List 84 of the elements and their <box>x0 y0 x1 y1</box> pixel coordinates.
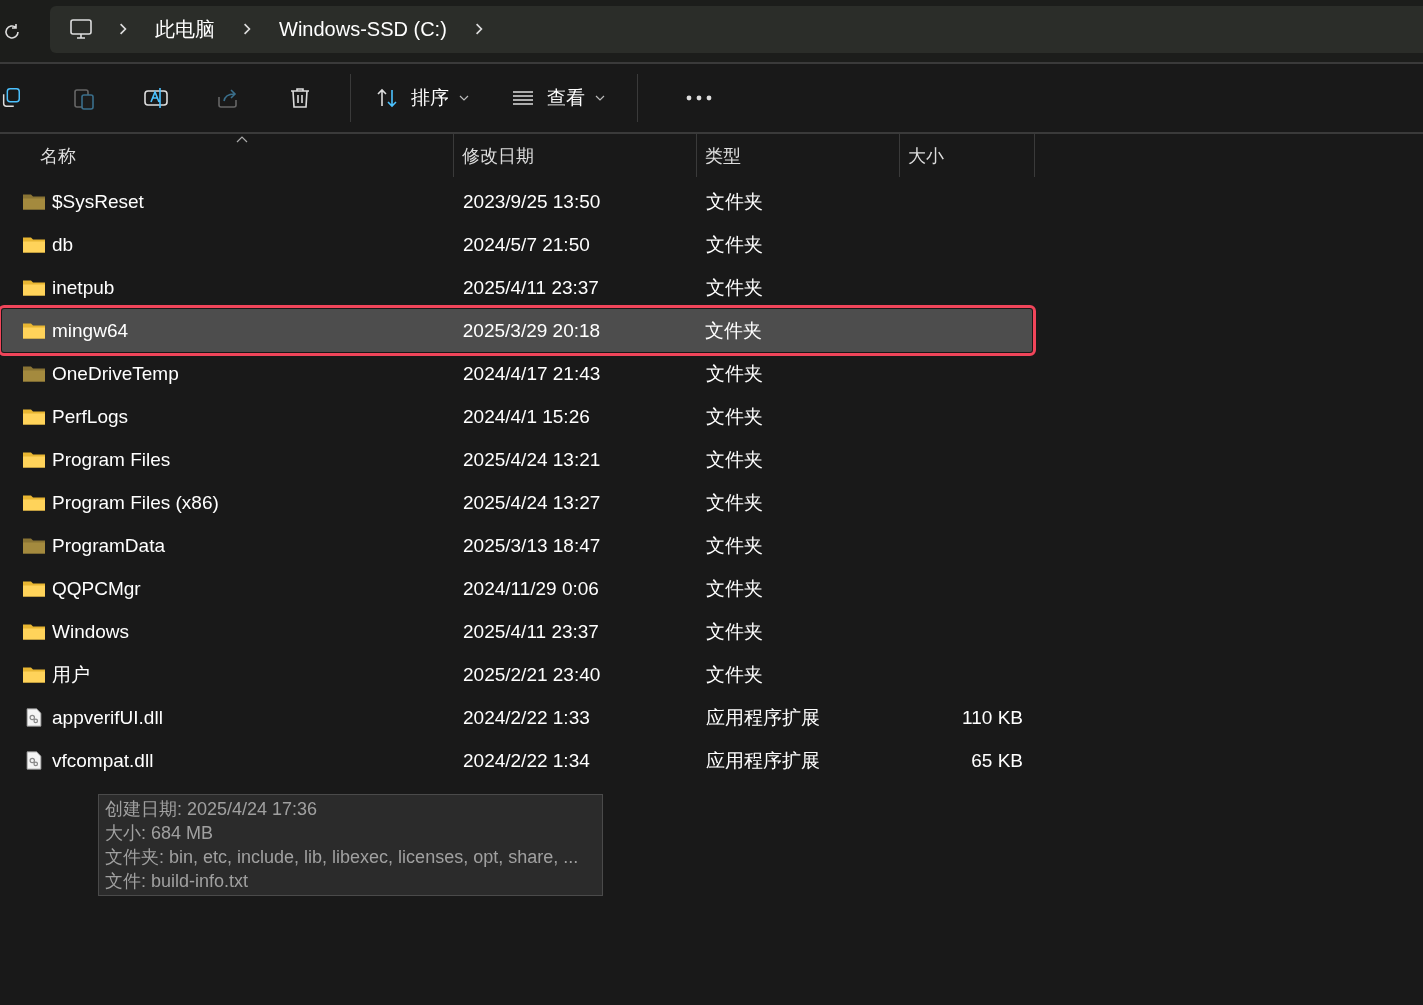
date-text: 2024/5/7 21:50 <box>463 233 590 256</box>
type-text: 文件夹 <box>706 404 763 429</box>
copy-icon[interactable] <box>0 86 22 110</box>
type-text: 文件夹 <box>706 490 763 515</box>
tooltip-line: 文件: build-info.txt <box>105 870 250 893</box>
paste-icon[interactable] <box>72 86 96 110</box>
file-row[interactable]: inetpub 2025/4/11 23:37 文件夹 <box>0 266 1035 309</box>
file-name: ProgramData <box>52 534 165 557</box>
date-text: 2024/11/29 0:06 <box>463 577 599 600</box>
size-text: 110 KB <box>962 706 1023 729</box>
dropdown-caret-icon <box>459 93 469 103</box>
type-text: 文件夹 <box>706 447 763 472</box>
column-header[interactable]: 名称 <box>0 134 454 177</box>
file-name: inetpub <box>52 276 115 299</box>
file-row[interactable]: PerfLogs 2024/4/1 15:26 文件夹 <box>0 395 1035 438</box>
type-text: 文件夹 <box>706 619 763 644</box>
file-name: Windows <box>52 620 130 643</box>
type-text: 文件夹 <box>706 533 763 558</box>
address-bar[interactable]: 此电脑 Windows-SSD (C:) <box>50 5 1423 53</box>
file-row[interactable]: OneDriveTemp 2024/4/17 21:43 文件夹 <box>0 352 1035 395</box>
date-text: 2024/4/1 15:26 <box>463 405 590 428</box>
file-row[interactable]: ProgramData 2025/3/13 18:47 文件夹 <box>0 524 1035 567</box>
file-name: appverifUI.dll <box>52 706 163 729</box>
type-text: 应用程序扩展 <box>706 705 820 730</box>
file-row[interactable]: Windows 2025/4/11 23:37 文件夹 <box>0 610 1035 653</box>
type-text: 文件夹 <box>706 361 763 386</box>
file-name: PerfLogs <box>52 405 129 428</box>
type-text: 应用程序扩展 <box>706 748 820 773</box>
share-icon[interactable] <box>216 86 240 110</box>
more-icon[interactable] <box>686 95 712 101</box>
size-text: 65 KB <box>971 749 1023 772</box>
dropdown-caret-icon <box>595 93 605 103</box>
file-row[interactable]: db 2024/5/7 21:50 文件夹 <box>0 223 1035 266</box>
file-name: $SysReset <box>52 190 144 213</box>
type-text: 文件夹 <box>706 232 763 257</box>
file-name: vfcompat.dll <box>52 749 154 772</box>
file-name: Program Files <box>52 448 171 471</box>
file-row[interactable]: vfcompat.dll 2024/2/22 1:34 应用程序扩展 65 KB <box>0 739 1035 782</box>
column-header[interactable]: 修改日期 <box>454 134 697 177</box>
computer-icon <box>69 17 93 41</box>
date-text: 2025/4/11 23:37 <box>463 620 599 643</box>
date-text: 2025/4/24 13:21 <box>463 448 601 471</box>
file-name: 用户 <box>52 662 90 687</box>
tooltip-line: 创建日期: 2025/4/24 17:36 <box>105 798 319 821</box>
date-text: 2024/2/22 1:34 <box>463 749 590 772</box>
breadcrumb[interactable]: Windows-SSD (C:) <box>279 17 447 41</box>
type-text: 文件夹 <box>706 576 763 601</box>
file-row[interactable]: $SysReset 2023/9/25 13:50 文件夹 <box>0 180 1035 223</box>
type-text: 文件夹 <box>706 662 763 687</box>
refresh-icon[interactable] <box>2 22 22 42</box>
tooltip-line: 大小: 684 MB <box>105 822 215 845</box>
date-text: 2025/4/24 13:27 <box>463 491 601 514</box>
trash-icon[interactable] <box>288 86 312 110</box>
file-row[interactable]: 用户 2025/2/21 23:40 文件夹 <box>0 653 1035 696</box>
date-text: 2025/4/11 23:37 <box>463 276 599 299</box>
view-button[interactable]: 查看 <box>511 79 605 117</box>
type-text: 文件夹 <box>704 318 762 343</box>
type-text: 文件夹 <box>706 189 763 214</box>
file-name: OneDriveTemp <box>52 362 179 385</box>
date-text: 2024/4/17 21:43 <box>463 362 601 385</box>
type-text: 文件夹 <box>706 275 763 300</box>
chevron-icon <box>241 23 253 35</box>
sort-button[interactable]: 排序 <box>375 79 469 117</box>
date-text: 2024/2/22 1:33 <box>463 706 590 729</box>
sort-arrows-icon <box>375 86 399 110</box>
file-name: db <box>52 233 74 256</box>
file-name: mingw64 <box>52 319 129 342</box>
date-text: 2023/9/25 13:50 <box>463 190 601 213</box>
file-row[interactable]: Program Files 2025/4/24 13:21 文件夹 <box>0 438 1035 481</box>
breadcrumb[interactable]: 此电脑 <box>155 15 215 43</box>
file-row[interactable]: appverifUI.dll 2024/2/22 1:33 应用程序扩展 110 KB <box>0 696 1035 739</box>
file-name: Program Files (x86) <box>52 491 219 514</box>
date-text: 2025/2/21 23:40 <box>463 663 601 686</box>
date-text: 2025/3/13 18:47 <box>463 534 601 557</box>
sort-caret-icon <box>236 136 248 143</box>
file-row[interactable]: Program Files (x86) 2025/4/24 13:27 文件夹 <box>0 481 1035 524</box>
rename-icon[interactable] <box>144 86 168 110</box>
date-text: 2025/3/29 20:18 <box>462 319 601 342</box>
tooltip-line: 文件夹: bin, etc, include, lib, libexec, licenses, opt, share, ... <box>105 846 580 869</box>
file-name: QQPCMgr <box>52 577 141 600</box>
column-header[interactable]: 大小 <box>900 134 1035 177</box>
column-header[interactable]: 类型 <box>697 134 900 177</box>
chevron-icon <box>117 23 129 35</box>
file-row[interactable]: QQPCMgr 2024/11/29 0:06 文件夹 <box>0 567 1035 610</box>
